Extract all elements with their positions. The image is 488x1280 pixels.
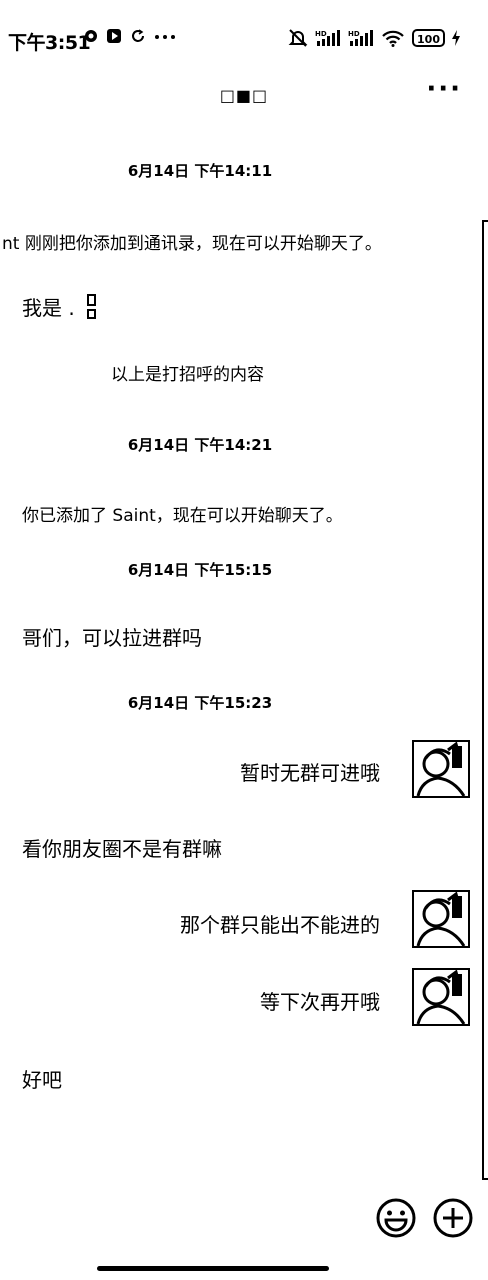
charging-icon [452, 30, 460, 46]
message-right[interactable]: 暂时无群可进哦 [240, 757, 380, 786]
avatar[interactable] [412, 890, 470, 948]
signal-hd-icon: HD [348, 30, 374, 46]
plus-icon[interactable] [432, 1197, 474, 1239]
placeholder-glyph-icon [87, 292, 97, 320]
message-left[interactable]: 好吧 [22, 1064, 62, 1093]
battery-level: 100 [417, 33, 440, 46]
timestamp: 6月14日 下午14:21 [127, 436, 273, 454]
status-time: 下午3:51 [8, 32, 91, 54]
status-right-icons: HD HD 100 [288, 28, 460, 48]
message-text: 我是 . [22, 296, 75, 320]
dots-icon [155, 35, 175, 39]
refresh-icon [132, 29, 144, 42]
avatar[interactable] [412, 968, 470, 1026]
message-right[interactable]: 等下次再开哦 [260, 986, 380, 1015]
message-right[interactable]: 那个群只能出不能进的 [180, 909, 380, 938]
timestamp: 6月14日 下午15:23 [127, 694, 273, 712]
scroll-indicator [482, 220, 488, 1180]
chat-title: □■□ [219, 86, 269, 105]
wifi-icon [382, 30, 404, 47]
message-left[interactable]: 哥们，可以拉进群吗 [22, 622, 202, 651]
svg-text:HD: HD [348, 30, 360, 38]
media-icon [107, 29, 121, 43]
timestamp: 6月14日 下午14:11 [127, 162, 273, 180]
avatar[interactable] [412, 740, 470, 798]
message-left[interactable]: 看你朋友圈不是有群嘛 [22, 833, 222, 862]
silent-icon [288, 29, 308, 47]
status-left-icons [84, 28, 176, 44]
system-message: nt 刚刚把你添加到通讯录，现在可以开始聊天了。 [2, 234, 382, 254]
emoji-icon[interactable] [375, 1197, 417, 1239]
battery-icon: 100 [412, 29, 445, 47]
signal-hd-icon: HD [315, 30, 341, 46]
system-message: 你已添加了 Saint，现在可以开始聊天了。 [22, 506, 343, 526]
timestamp: 6月14日 下午15:15 [127, 561, 273, 579]
system-message: 以上是打招呼的内容 [111, 365, 264, 385]
more-options-button[interactable]: ··· [426, 74, 462, 104]
vpn-icon [85, 30, 97, 42]
status-bar: 下午3:51 HD HD 100 [0, 0, 488, 78]
message-left[interactable]: 我是 . [22, 292, 97, 321]
home-indicator[interactable] [97, 1266, 329, 1271]
svg-text:HD: HD [315, 30, 327, 38]
